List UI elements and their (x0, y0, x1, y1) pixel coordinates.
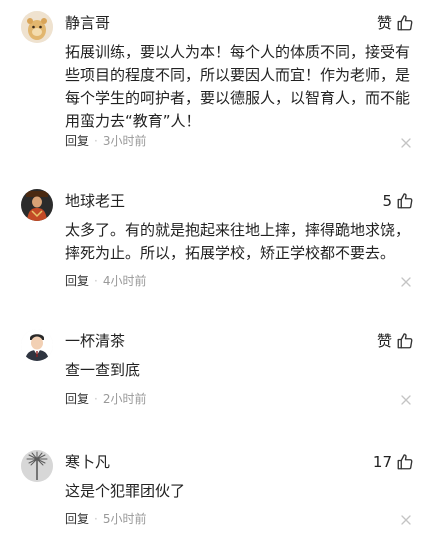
close-icon[interactable] (400, 514, 412, 526)
thumbs-up-icon (396, 332, 414, 350)
like-count: 赞 (376, 14, 392, 32)
timestamp: 2小时前 (102, 392, 147, 406)
comment-footer: 回复 · 4小时前 (65, 273, 146, 289)
reply-button[interactable]: 回复 (65, 133, 89, 149)
username[interactable]: 一杯清茶 (65, 331, 125, 351)
comment-item: 地球老王 5 太多了。有的就是抱起来往地上摔，摔得跪地求饶，摔死为止。所以，拓展… (0, 189, 438, 293)
thumbs-up-icon (396, 453, 414, 471)
comment-footer: 回复 · 3小时前 (65, 133, 146, 149)
reply-button[interactable]: 回复 (65, 511, 89, 527)
separator-dot: · (94, 392, 98, 406)
like-button[interactable]: 17 (373, 452, 414, 472)
thumbs-up-icon (396, 192, 414, 210)
close-icon[interactable] (400, 137, 412, 149)
like-button[interactable]: 赞 (377, 13, 414, 33)
like-count: 赞 (376, 332, 392, 350)
comment-footer: 回复 · 2小时前 (65, 391, 146, 407)
comment-item: 寒卜凡 17 这是个犯罪团伙了 回复 · 5小时前 (0, 450, 438, 532)
timestamp: 3小时前 (102, 134, 147, 148)
comment-text: 查一查到底 (65, 361, 141, 379)
comment-text: 太多了。有的就是抱起来往地上摔，摔得跪地求饶，摔死为止。所以，拓展学校，矫正学校… (65, 221, 411, 262)
like-button[interactable]: 赞 (377, 331, 414, 351)
like-count: 17 (372, 453, 392, 471)
comment-text: 拓展训练，要以人为本！每个人的体质不同，接受有些项目的程度不同，所以要因人而宜！… (65, 43, 411, 130)
comment-text: 这是个犯罪团伙了 (65, 482, 186, 500)
close-icon[interactable] (400, 276, 412, 288)
like-button[interactable]: 5 (382, 191, 414, 211)
avatar[interactable] (21, 450, 53, 482)
reply-button[interactable]: 回复 (65, 273, 89, 289)
reply-button[interactable]: 回复 (65, 391, 89, 407)
comment-item: 一杯清茶 赞 查一查到底 回复 · 2小时前 (0, 329, 438, 411)
avatar[interactable] (21, 329, 53, 361)
timestamp: 5小时前 (102, 512, 147, 526)
close-icon[interactable] (400, 394, 412, 406)
timestamp: 4小时前 (102, 274, 147, 288)
username[interactable]: 静言哥 (65, 13, 110, 33)
like-count: 5 (382, 192, 392, 210)
username[interactable]: 寒卜凡 (65, 452, 110, 472)
thumbs-up-icon (396, 14, 414, 32)
comment-footer: 回复 · 5小时前 (65, 511, 146, 527)
avatar[interactable] (21, 189, 53, 221)
username[interactable]: 地球老王 (65, 191, 125, 211)
separator-dot: · (94, 134, 98, 148)
separator-dot: · (94, 274, 98, 288)
separator-dot: · (94, 512, 98, 526)
comment-item: 静言哥 赞 拓展训练，要以人为本！每个人的体质不同，接受有些项目的程度不同，所以… (0, 11, 438, 148)
avatar[interactable] (21, 11, 53, 43)
